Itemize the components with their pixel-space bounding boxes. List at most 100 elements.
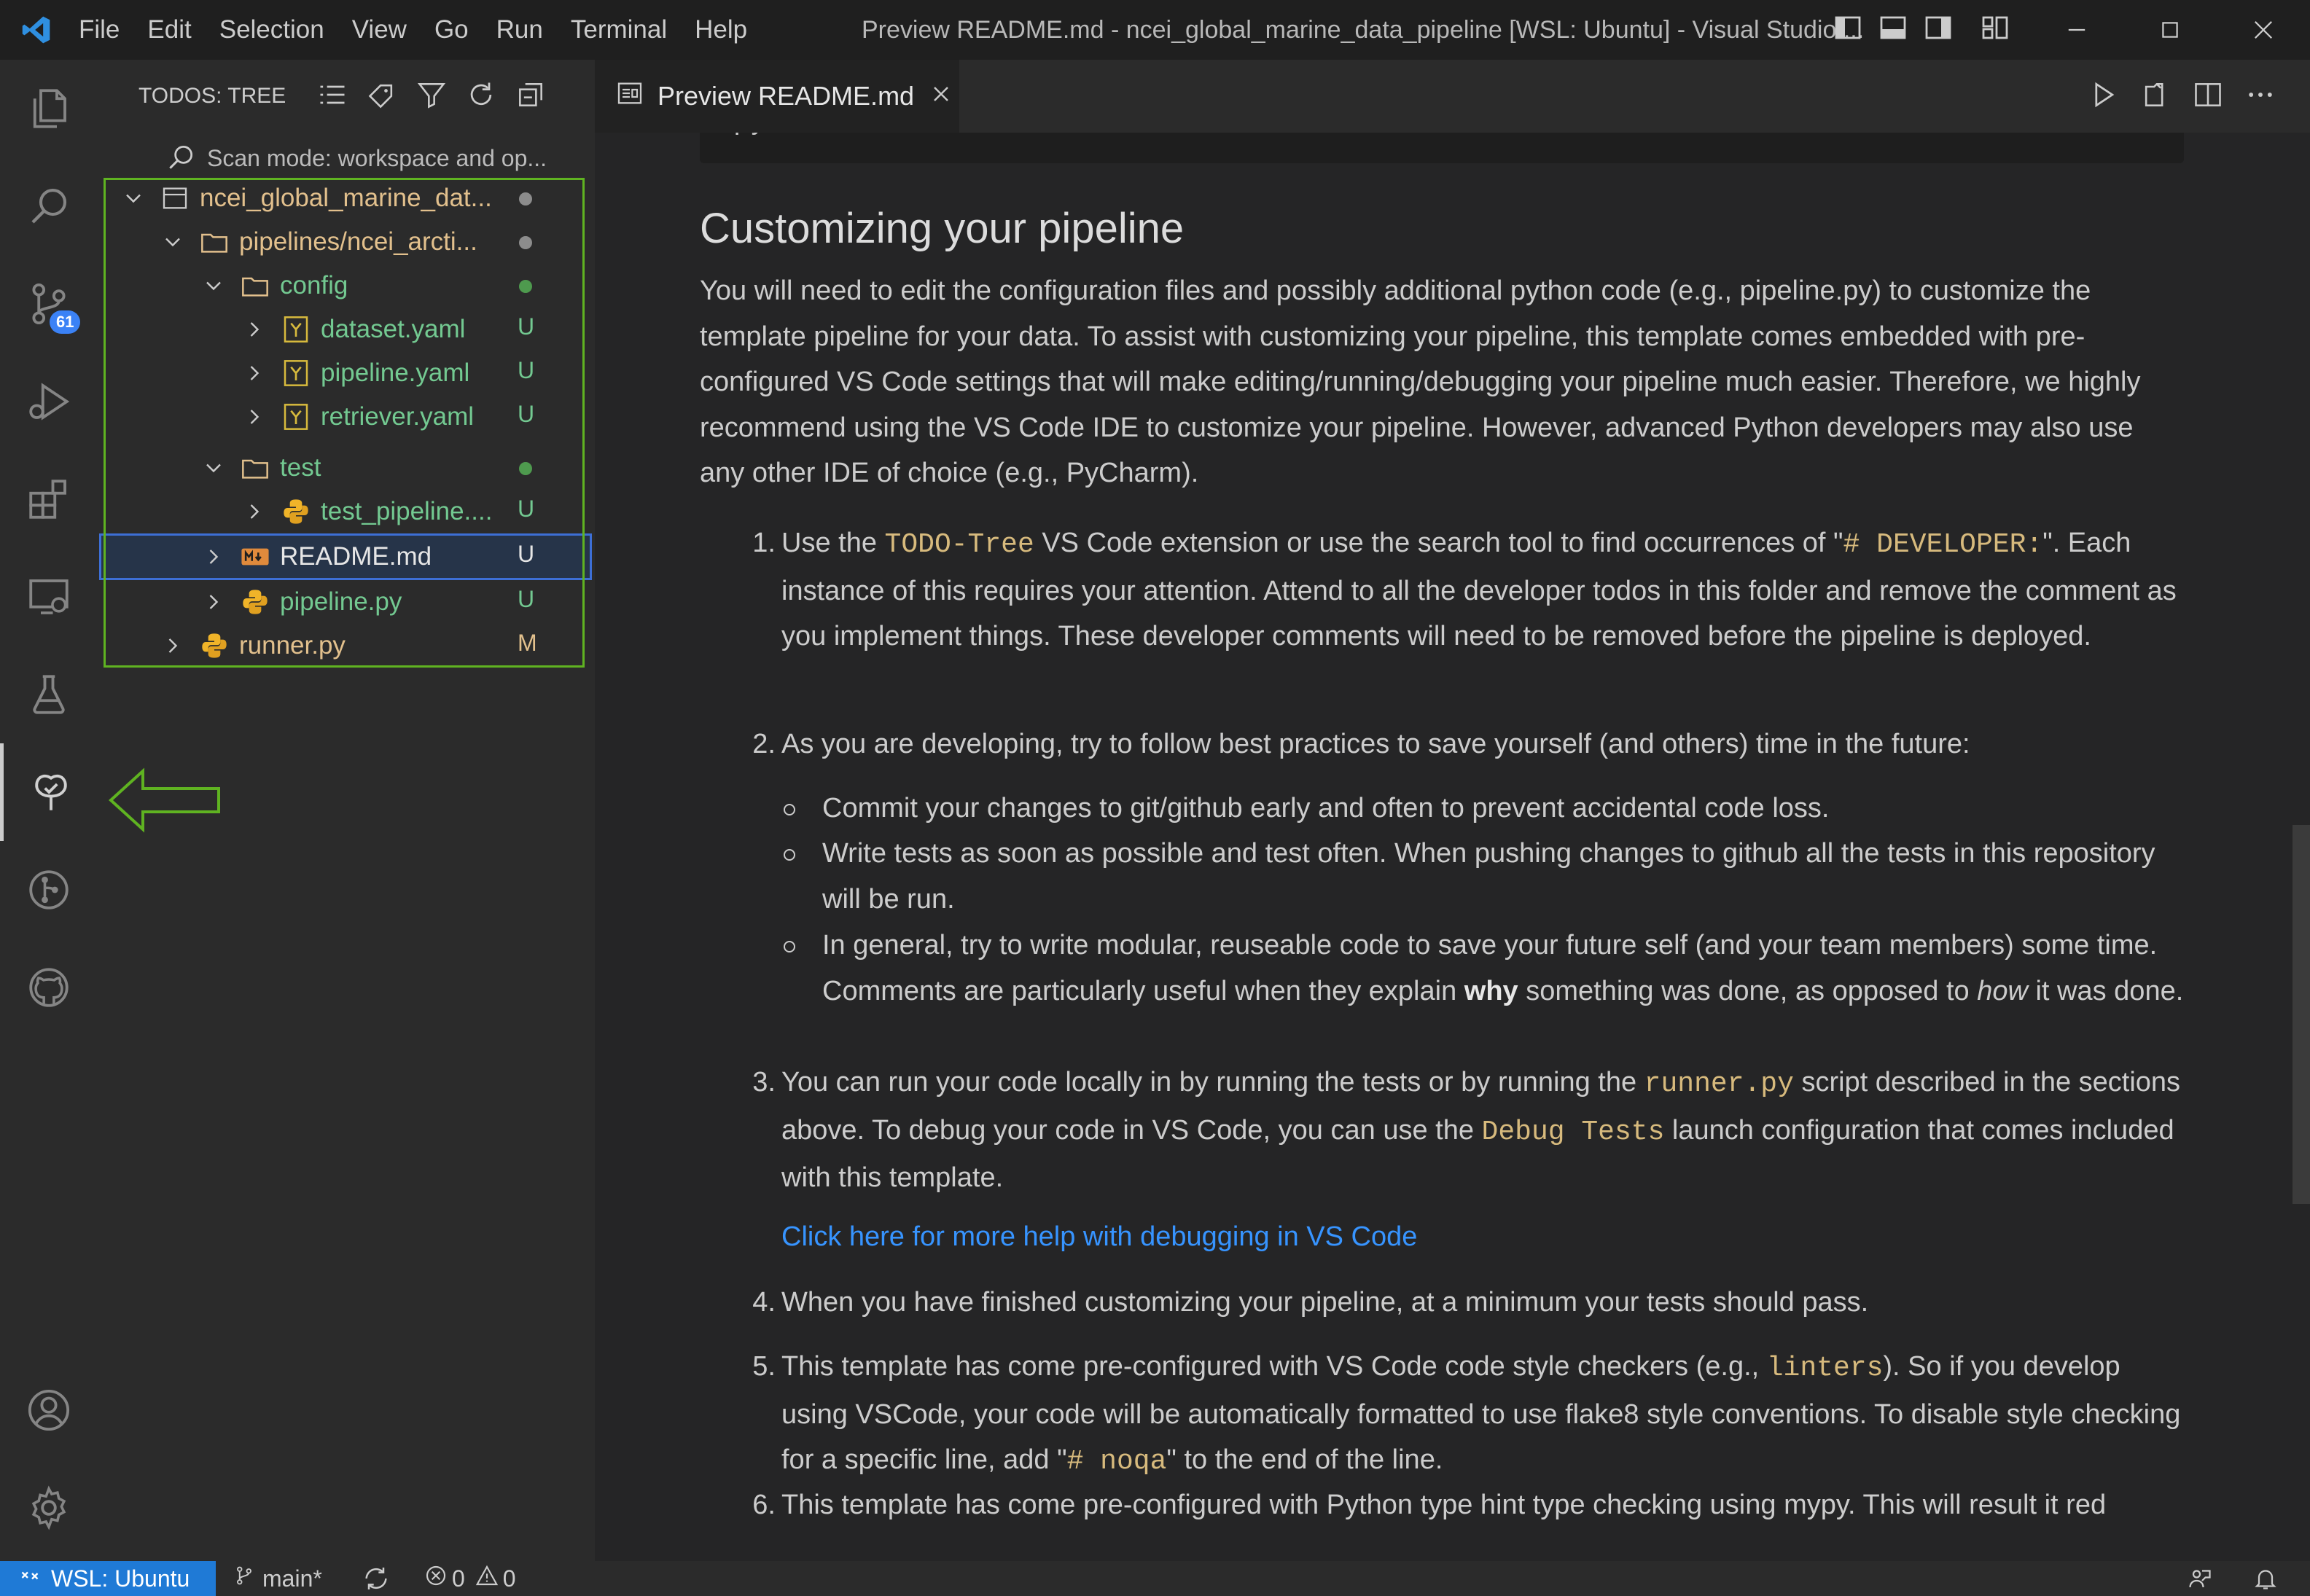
tree-file-readme[interactable]: README.md (203, 535, 432, 579)
git-graph-icon[interactable] (0, 841, 98, 939)
sub-list-text: Write tests as soon as possible and test… (822, 838, 2155, 915)
close-window-icon[interactable] (2217, 0, 2310, 60)
split-editor-icon[interactable] (2192, 79, 2224, 114)
flat-list-icon[interactable] (316, 79, 348, 117)
chevron-down-icon (203, 457, 225, 479)
git-status-untracked: U (518, 313, 535, 340)
vscode-logo-icon (0, 0, 73, 60)
toggle-secondary-sidebar-icon[interactable] (1924, 13, 1953, 49)
tree-file-test-pipeline[interactable]: test_pipeline.... (243, 490, 492, 533)
explorer-icon[interactable] (0, 60, 98, 157)
tree-root-folder[interactable]: ncei_global_marine_dat... (122, 176, 492, 220)
todo-tree-icon[interactable] (0, 743, 98, 841)
maximize-window-icon[interactable] (2123, 0, 2217, 60)
tag-icon[interactable] (366, 79, 398, 117)
tab-preview-readme[interactable]: Preview README.md (595, 60, 959, 133)
menu-run[interactable]: Run (491, 15, 549, 44)
tree-file-pipeline-yaml[interactable]: pipeline.yaml (243, 351, 469, 395)
menu-file[interactable]: File (73, 15, 125, 44)
settings-gear-icon[interactable] (0, 1459, 98, 1557)
tree-folder-config[interactable]: config (203, 264, 348, 308)
menu-go[interactable]: Go (429, 15, 475, 44)
git-branch-icon (233, 1565, 255, 1592)
scan-mode-search-icon (165, 141, 197, 179)
menu-edit[interactable]: Edit (141, 15, 197, 44)
yaml-file-icon (281, 315, 311, 344)
warning-count: 0 (502, 1565, 516, 1592)
menu-help[interactable]: Help (689, 15, 753, 44)
extensions-icon[interactable] (0, 450, 98, 548)
accounts-icon[interactable] (0, 1361, 98, 1459)
sidebar-title: TODOS: TREE (138, 84, 286, 108)
list-text: " to the end of the line. (1166, 1444, 1443, 1475)
tree-folder-pipelines[interactable]: pipelines/ncei_arcti... (162, 220, 477, 264)
branch-label: main* (262, 1565, 322, 1592)
sub-list-item: Commit your changes to git/github early … (781, 786, 2184, 832)
sub-list-text: Commit your changes to git/github early … (822, 793, 1830, 824)
tree-label: pipelines/ncei_arcti... (239, 227, 477, 256)
more-actions-icon[interactable] (2244, 79, 2276, 114)
close-tab-icon[interactable] (930, 81, 952, 112)
toggle-panel-icon[interactable] (1878, 13, 1908, 49)
filter-icon[interactable] (415, 79, 448, 117)
github-icon[interactable] (0, 939, 98, 1036)
menu-terminal[interactable]: Terminal (565, 15, 673, 44)
menu-view[interactable]: View (346, 15, 413, 44)
vertical-scrollbar[interactable] (2293, 825, 2310, 1204)
error-icon (424, 1564, 448, 1593)
warning-icon (475, 1564, 499, 1593)
run-debug-icon[interactable] (0, 353, 98, 450)
list-number: 2. (752, 729, 776, 759)
chevron-right-icon (203, 591, 225, 613)
list-text: You can run your code locally in by runn… (781, 1067, 1644, 1098)
tree-label: runner.py (239, 631, 346, 660)
tree-file-retriever-yaml[interactable]: retriever.yaml (243, 395, 474, 439)
refresh-icon[interactable] (465, 79, 497, 117)
run-icon[interactable] (2087, 79, 2119, 114)
python-file-icon (200, 631, 229, 660)
repository-icon (160, 184, 190, 213)
inline-code: # noqa (1066, 1446, 1167, 1477)
sub-list-item: In general, try to write modular, reusea… (781, 923, 2184, 1014)
notifications-bell-icon[interactable] (2252, 1561, 2279, 1596)
list-text: This template has come pre-configured wi… (781, 1490, 2107, 1520)
list-number: 5. (752, 1351, 776, 1382)
list-item: 6. This template has come pre-configured… (700, 1482, 2184, 1528)
tree-label: pipeline.py (280, 587, 402, 616)
menu-selection[interactable]: Selection (214, 15, 330, 44)
problems-indicator[interactable]: 0 0 (424, 1561, 516, 1596)
python-file-icon (241, 587, 270, 617)
sub-list-text: something was done, as opposed to (1518, 975, 1978, 1006)
chevron-right-icon (203, 546, 225, 568)
tree-label: test (280, 453, 321, 482)
customize-layout-icon[interactable] (1981, 13, 2010, 49)
remote-indicator[interactable]: WSL: Ubuntu (0, 1561, 216, 1596)
list-number: 3. (752, 1067, 776, 1098)
circle-bullet-icon (781, 831, 797, 891)
search-icon[interactable] (0, 157, 98, 255)
sync-icon[interactable] (362, 1561, 391, 1596)
testing-icon[interactable] (0, 646, 98, 743)
git-status-untracked: U (518, 586, 535, 612)
git-status-modified: M (518, 630, 537, 656)
feedback-icon[interactable] (2187, 1561, 2213, 1596)
tree-file-pipeline-py[interactable]: pipeline.py (203, 580, 402, 624)
source-control-icon[interactable]: 61 (0, 255, 98, 353)
branch-indicator[interactable]: main* (233, 1561, 322, 1596)
window-title: Preview README.md - ncei_global_marine_d… (862, 16, 1865, 44)
minimize-window-icon[interactable] (2030, 0, 2123, 60)
tree-file-dataset-yaml[interactable]: dataset.yaml (243, 308, 465, 351)
link-paragraph: Click here for more help with debugging … (700, 1214, 2184, 1260)
git-status-untracked: U (518, 401, 535, 427)
tree-folder-test[interactable]: test (203, 446, 321, 490)
folder-icon (241, 270, 270, 301)
open-source-icon[interactable] (2139, 79, 2172, 114)
inline-code: linters (1766, 1353, 1884, 1384)
tree-label: test_pipeline.... (321, 497, 493, 525)
debug-help-link[interactable]: Click here for more help with debugging … (781, 1221, 1417, 1252)
toggle-primary-sidebar-icon[interactable] (1833, 13, 1862, 49)
remote-explorer-icon[interactable] (0, 548, 98, 646)
tree-file-runner-py[interactable]: runner.py (162, 624, 346, 668)
list-item: 2. As you are developing, try to follow … (700, 721, 2184, 767)
collapse-all-icon[interactable] (515, 79, 547, 117)
